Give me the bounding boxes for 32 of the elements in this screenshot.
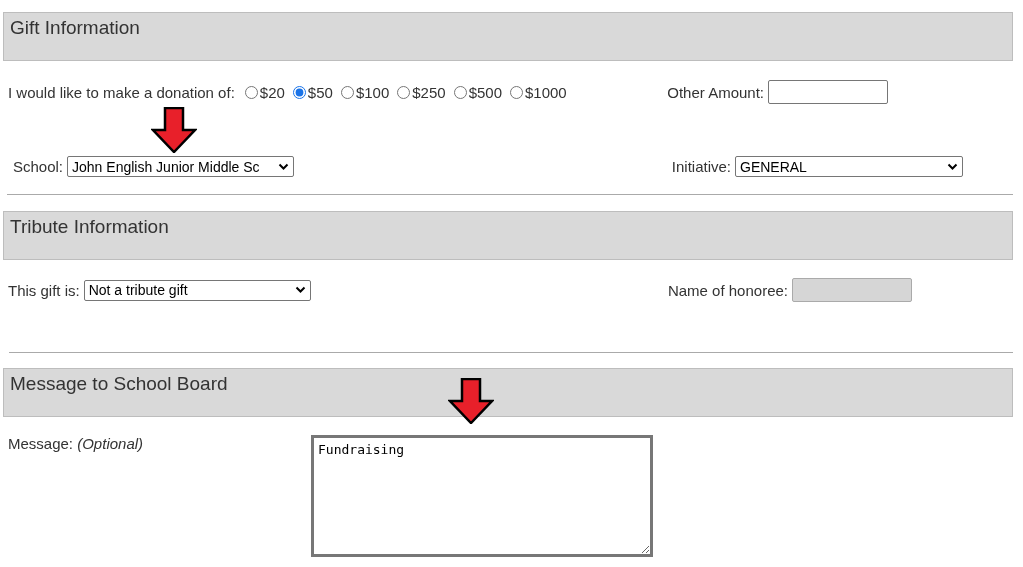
radio-button[interactable] bbox=[510, 85, 523, 99]
arrow-down-icon bbox=[448, 378, 494, 424]
field-label: I would like to make a donation of: bbox=[8, 83, 235, 101]
school-select[interactable]: John English Junior Middle Sc bbox=[67, 156, 295, 177]
gift-type-select[interactable]: Not a tribute gift bbox=[83, 279, 311, 301]
field-label: School: bbox=[13, 158, 64, 175]
initiative-select[interactable]: GENERAL bbox=[735, 156, 963, 177]
field-label: Other Amount: bbox=[667, 83, 764, 101]
field-label: This gift is: bbox=[8, 281, 80, 299]
radio-button[interactable] bbox=[453, 85, 467, 99]
radio-button[interactable] bbox=[292, 85, 306, 99]
radio-label[interactable]: $50 bbox=[307, 83, 333, 101]
chevron-down-icon bbox=[294, 286, 306, 294]
field-label: Message: (Optional) bbox=[8, 435, 145, 452]
field-label: Initiative: bbox=[671, 158, 731, 175]
amount-field[interactable] bbox=[768, 80, 888, 104]
section-header: Gift Information bbox=[3, 12, 1013, 61]
radio-label[interactable]: $1000 bbox=[525, 83, 567, 101]
field-label: Name of honoree: bbox=[667, 281, 788, 299]
radio-label[interactable]: $250 bbox=[412, 83, 446, 101]
chevron-down-icon bbox=[947, 162, 958, 171]
chevron-down-icon bbox=[278, 162, 290, 171]
arrow-down-icon bbox=[151, 107, 197, 153]
radio-label[interactable]: $20 bbox=[259, 83, 285, 101]
radio-label[interactable]: $500 bbox=[468, 83, 502, 101]
section-header: Message to School Board bbox=[3, 368, 1013, 417]
radio-button[interactable] bbox=[244, 85, 258, 99]
radio-label[interactable]: $100 bbox=[355, 83, 390, 101]
radio-button[interactable] bbox=[340, 85, 354, 99]
message-field[interactable]: Fundraising bbox=[311, 435, 653, 557]
radio-button[interactable] bbox=[397, 85, 411, 99]
section-header: Tribute Information bbox=[3, 211, 1013, 260]
